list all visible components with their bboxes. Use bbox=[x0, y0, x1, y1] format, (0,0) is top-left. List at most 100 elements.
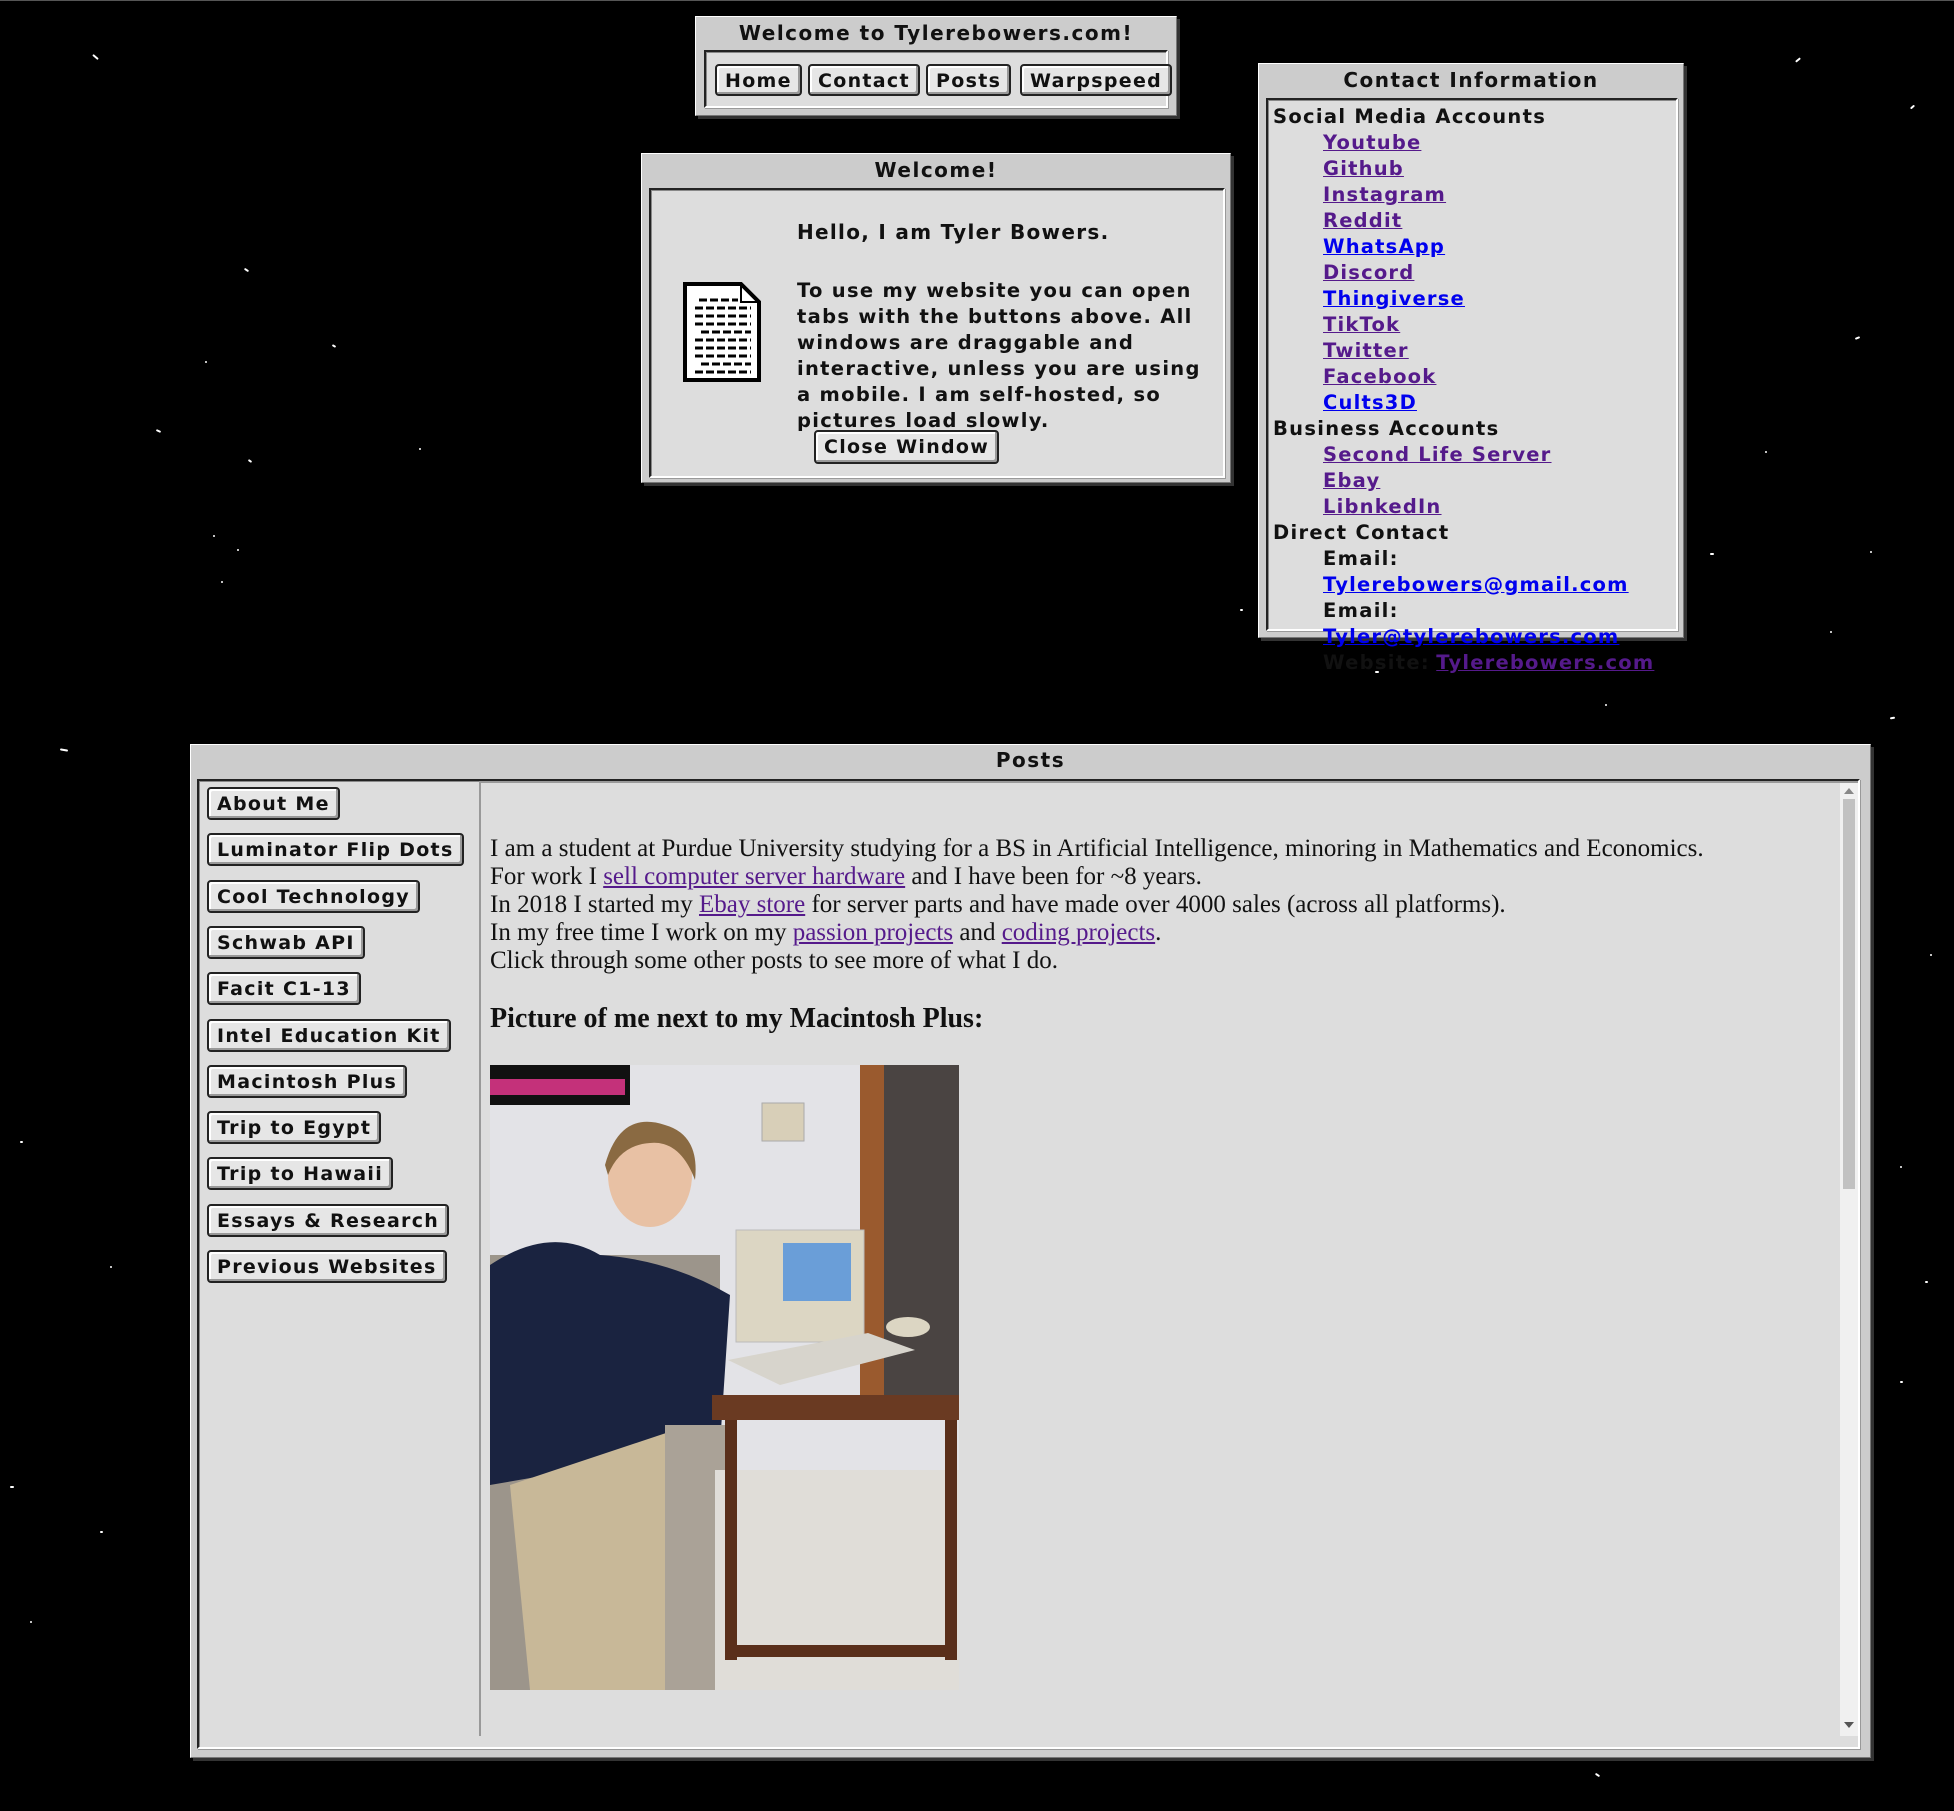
contact-link-instagram[interactable]: Instagram bbox=[1323, 183, 1446, 206]
star bbox=[1900, 1381, 1903, 1383]
contact-link-whatsapp[interactable]: WhatsApp bbox=[1323, 235, 1445, 258]
star bbox=[1605, 704, 1607, 706]
contact-button[interactable]: Contact bbox=[808, 64, 920, 96]
ebay-store-link[interactable]: Ebay store bbox=[699, 891, 805, 918]
star bbox=[20, 1141, 23, 1143]
direct-contact-label: Email: bbox=[1323, 547, 1399, 570]
star bbox=[205, 361, 207, 363]
contact-link-ebay[interactable]: Ebay bbox=[1323, 469, 1380, 492]
contact-link-row: Twitter bbox=[1273, 338, 1676, 364]
nav-window[interactable]: Welcome to Tylerebowers.com! Home Contac… bbox=[695, 16, 1177, 116]
direct-contact-link[interactable]: Tyler@tylerebowers.com bbox=[1323, 625, 1619, 648]
contact-link-libnkedin[interactable]: LibnkedIn bbox=[1323, 495, 1442, 518]
star bbox=[92, 53, 99, 61]
post-tab-macintosh-plus[interactable]: Macintosh Plus bbox=[207, 1064, 408, 1098]
post-tab-trip-to-egypt[interactable]: Trip to Egypt bbox=[207, 1111, 382, 1145]
home-button[interactable]: Home bbox=[715, 64, 802, 96]
star bbox=[419, 448, 421, 450]
post-tab-previous-websites[interactable]: Previous Websites bbox=[207, 1250, 447, 1283]
post-tab-intel-education-kit[interactable]: Intel Education Kit bbox=[207, 1018, 451, 1052]
coding-projects-link[interactable]: coding projects bbox=[1002, 919, 1155, 946]
post-line-5: Click through some other posts to see mo… bbox=[490, 947, 1058, 974]
post-tab-trip-to-hawaii[interactable]: Trip to Hawaii bbox=[207, 1157, 394, 1191]
direct-contact-label: Email: bbox=[1323, 599, 1399, 622]
post-line-1: I am a student at Purdue University stud… bbox=[490, 835, 1704, 862]
star bbox=[1854, 336, 1861, 340]
direct-contact-row: Email: Tylerebowers@gmail.com bbox=[1273, 546, 1676, 598]
direct-contact-link[interactable]: Tylerebowers.com bbox=[1436, 651, 1654, 674]
star bbox=[1240, 609, 1243, 611]
contact-panel: Social Media Accounts Youtube Github Instag… bbox=[1266, 98, 1678, 674]
post-line-3: In 2018 I started my Ebay store for serv… bbox=[490, 891, 1506, 918]
scrollbar-thumb[interactable] bbox=[1843, 799, 1855, 1189]
macintosh-photo bbox=[490, 1065, 959, 1690]
welcome-panel: Hello, I am Tyler Bowers. To use my webs… bbox=[649, 188, 1225, 478]
posts-window[interactable]: Posts About Me Luminator Flip Dots Cool Te… bbox=[190, 744, 1871, 1758]
contact-link-discord[interactable]: Discord bbox=[1323, 261, 1414, 284]
star bbox=[331, 344, 337, 348]
contact-link-second-life-server[interactable]: Second Life Server bbox=[1323, 443, 1552, 466]
scroll-up-arrow-icon[interactable] bbox=[1844, 788, 1854, 794]
star bbox=[1909, 104, 1916, 110]
welcome-body: To use my website you can open tabs with… bbox=[797, 279, 1201, 432]
star bbox=[1830, 631, 1832, 633]
welcome-window[interactable]: Welcome! Hello, I am Tyler Bowers. To us… bbox=[641, 153, 1231, 483]
contact-section-heading: Social Media Accounts bbox=[1273, 105, 1547, 128]
close-window-button[interactable]: Close Window bbox=[814, 430, 1000, 464]
posts-window-title[interactable]: Posts bbox=[191, 745, 1870, 775]
post-tab-facit-c1-13[interactable]: Facit C1-13 bbox=[207, 972, 361, 1006]
contact-link-row: Second Life Server bbox=[1273, 442, 1676, 468]
star bbox=[221, 581, 223, 583]
star bbox=[1925, 1281, 1928, 1283]
star bbox=[237, 549, 239, 551]
post-tab-luminator-flip-dots[interactable]: Luminator Flip Dots bbox=[207, 833, 464, 867]
scroll-down-arrow-icon[interactable] bbox=[1844, 1722, 1854, 1728]
post-tab-essays-research[interactable]: Essays & Research bbox=[207, 1203, 450, 1237]
star bbox=[213, 535, 215, 537]
direct-contact-link[interactable]: Tylerebowers@gmail.com bbox=[1323, 573, 1629, 596]
contact-link-row: Youtube bbox=[1273, 130, 1676, 156]
contact-link-facebook[interactable]: Facebook bbox=[1323, 365, 1436, 388]
document-icon bbox=[683, 282, 761, 382]
contact-link-row: Discord bbox=[1273, 260, 1676, 286]
contact-link-row: Github bbox=[1273, 156, 1676, 182]
post-heading: Picture of me next to my Macintosh Plus: bbox=[490, 1003, 984, 1034]
passion-projects-link[interactable]: passion projects bbox=[793, 919, 953, 946]
contact-link-cults3d[interactable]: Cults3D bbox=[1323, 391, 1417, 414]
contact-window-title[interactable]: Contact Information bbox=[1259, 64, 1683, 96]
star bbox=[1594, 1772, 1601, 1778]
nav-button-panel: Home Contact Posts Warpspeed bbox=[704, 50, 1173, 108]
contact-link-reddit[interactable]: Reddit bbox=[1323, 209, 1402, 232]
posts-button[interactable]: Posts bbox=[926, 64, 1012, 96]
contact-window[interactable]: Contact Information Social Media Account… bbox=[1258, 63, 1684, 674]
contact-link-row: Ebay bbox=[1273, 468, 1676, 494]
star bbox=[1765, 451, 1767, 453]
star bbox=[1889, 716, 1896, 720]
post-tab-schwab-api[interactable]: Schwab API bbox=[207, 925, 365, 959]
contact-link-github[interactable]: Github bbox=[1323, 157, 1404, 180]
post-content-frame: I am a student at Purdue University stud… bbox=[479, 781, 1858, 1736]
contact-link-youtube[interactable]: Youtube bbox=[1323, 131, 1421, 154]
post-line-4: In my free time I work on my passion pro… bbox=[490, 919, 1162, 946]
post-tab-cool-technology[interactable]: Cool Technology bbox=[207, 879, 420, 913]
star bbox=[243, 267, 250, 273]
star bbox=[110, 1266, 112, 1268]
star bbox=[1900, 1166, 1902, 1168]
contact-link-row: Facebook bbox=[1273, 364, 1676, 390]
contact-link-thingiverse[interactable]: Thingiverse bbox=[1323, 287, 1465, 310]
warpspeed-button[interactable]: Warpspeed bbox=[1020, 64, 1173, 96]
contact-link-row: Thingiverse bbox=[1273, 286, 1676, 312]
post-tab-about-me[interactable]: About Me bbox=[207, 787, 340, 820]
post-scrollbar[interactable] bbox=[1840, 783, 1858, 1736]
nav-window-title[interactable]: Welcome to Tylerebowers.com! bbox=[696, 17, 1176, 49]
contact-link-row: TikTok bbox=[1273, 312, 1676, 338]
post-line-2: For work I sell computer server hardware… bbox=[490, 863, 1202, 890]
contact-link-row: Cults3D bbox=[1273, 390, 1676, 416]
contact-link-tiktok[interactable]: TikTok bbox=[1323, 313, 1400, 336]
welcome-window-title[interactable]: Welcome! bbox=[642, 154, 1230, 186]
contact-link-row: LibnkedIn bbox=[1273, 494, 1676, 520]
sell-hardware-link[interactable]: sell computer server hardware bbox=[603, 863, 905, 890]
posts-sidebar: About Me Luminator Flip Dots Cool Technolo… bbox=[199, 781, 479, 1747]
contact-link-twitter[interactable]: Twitter bbox=[1323, 339, 1409, 362]
direct-contact-label: Website: bbox=[1323, 651, 1431, 674]
